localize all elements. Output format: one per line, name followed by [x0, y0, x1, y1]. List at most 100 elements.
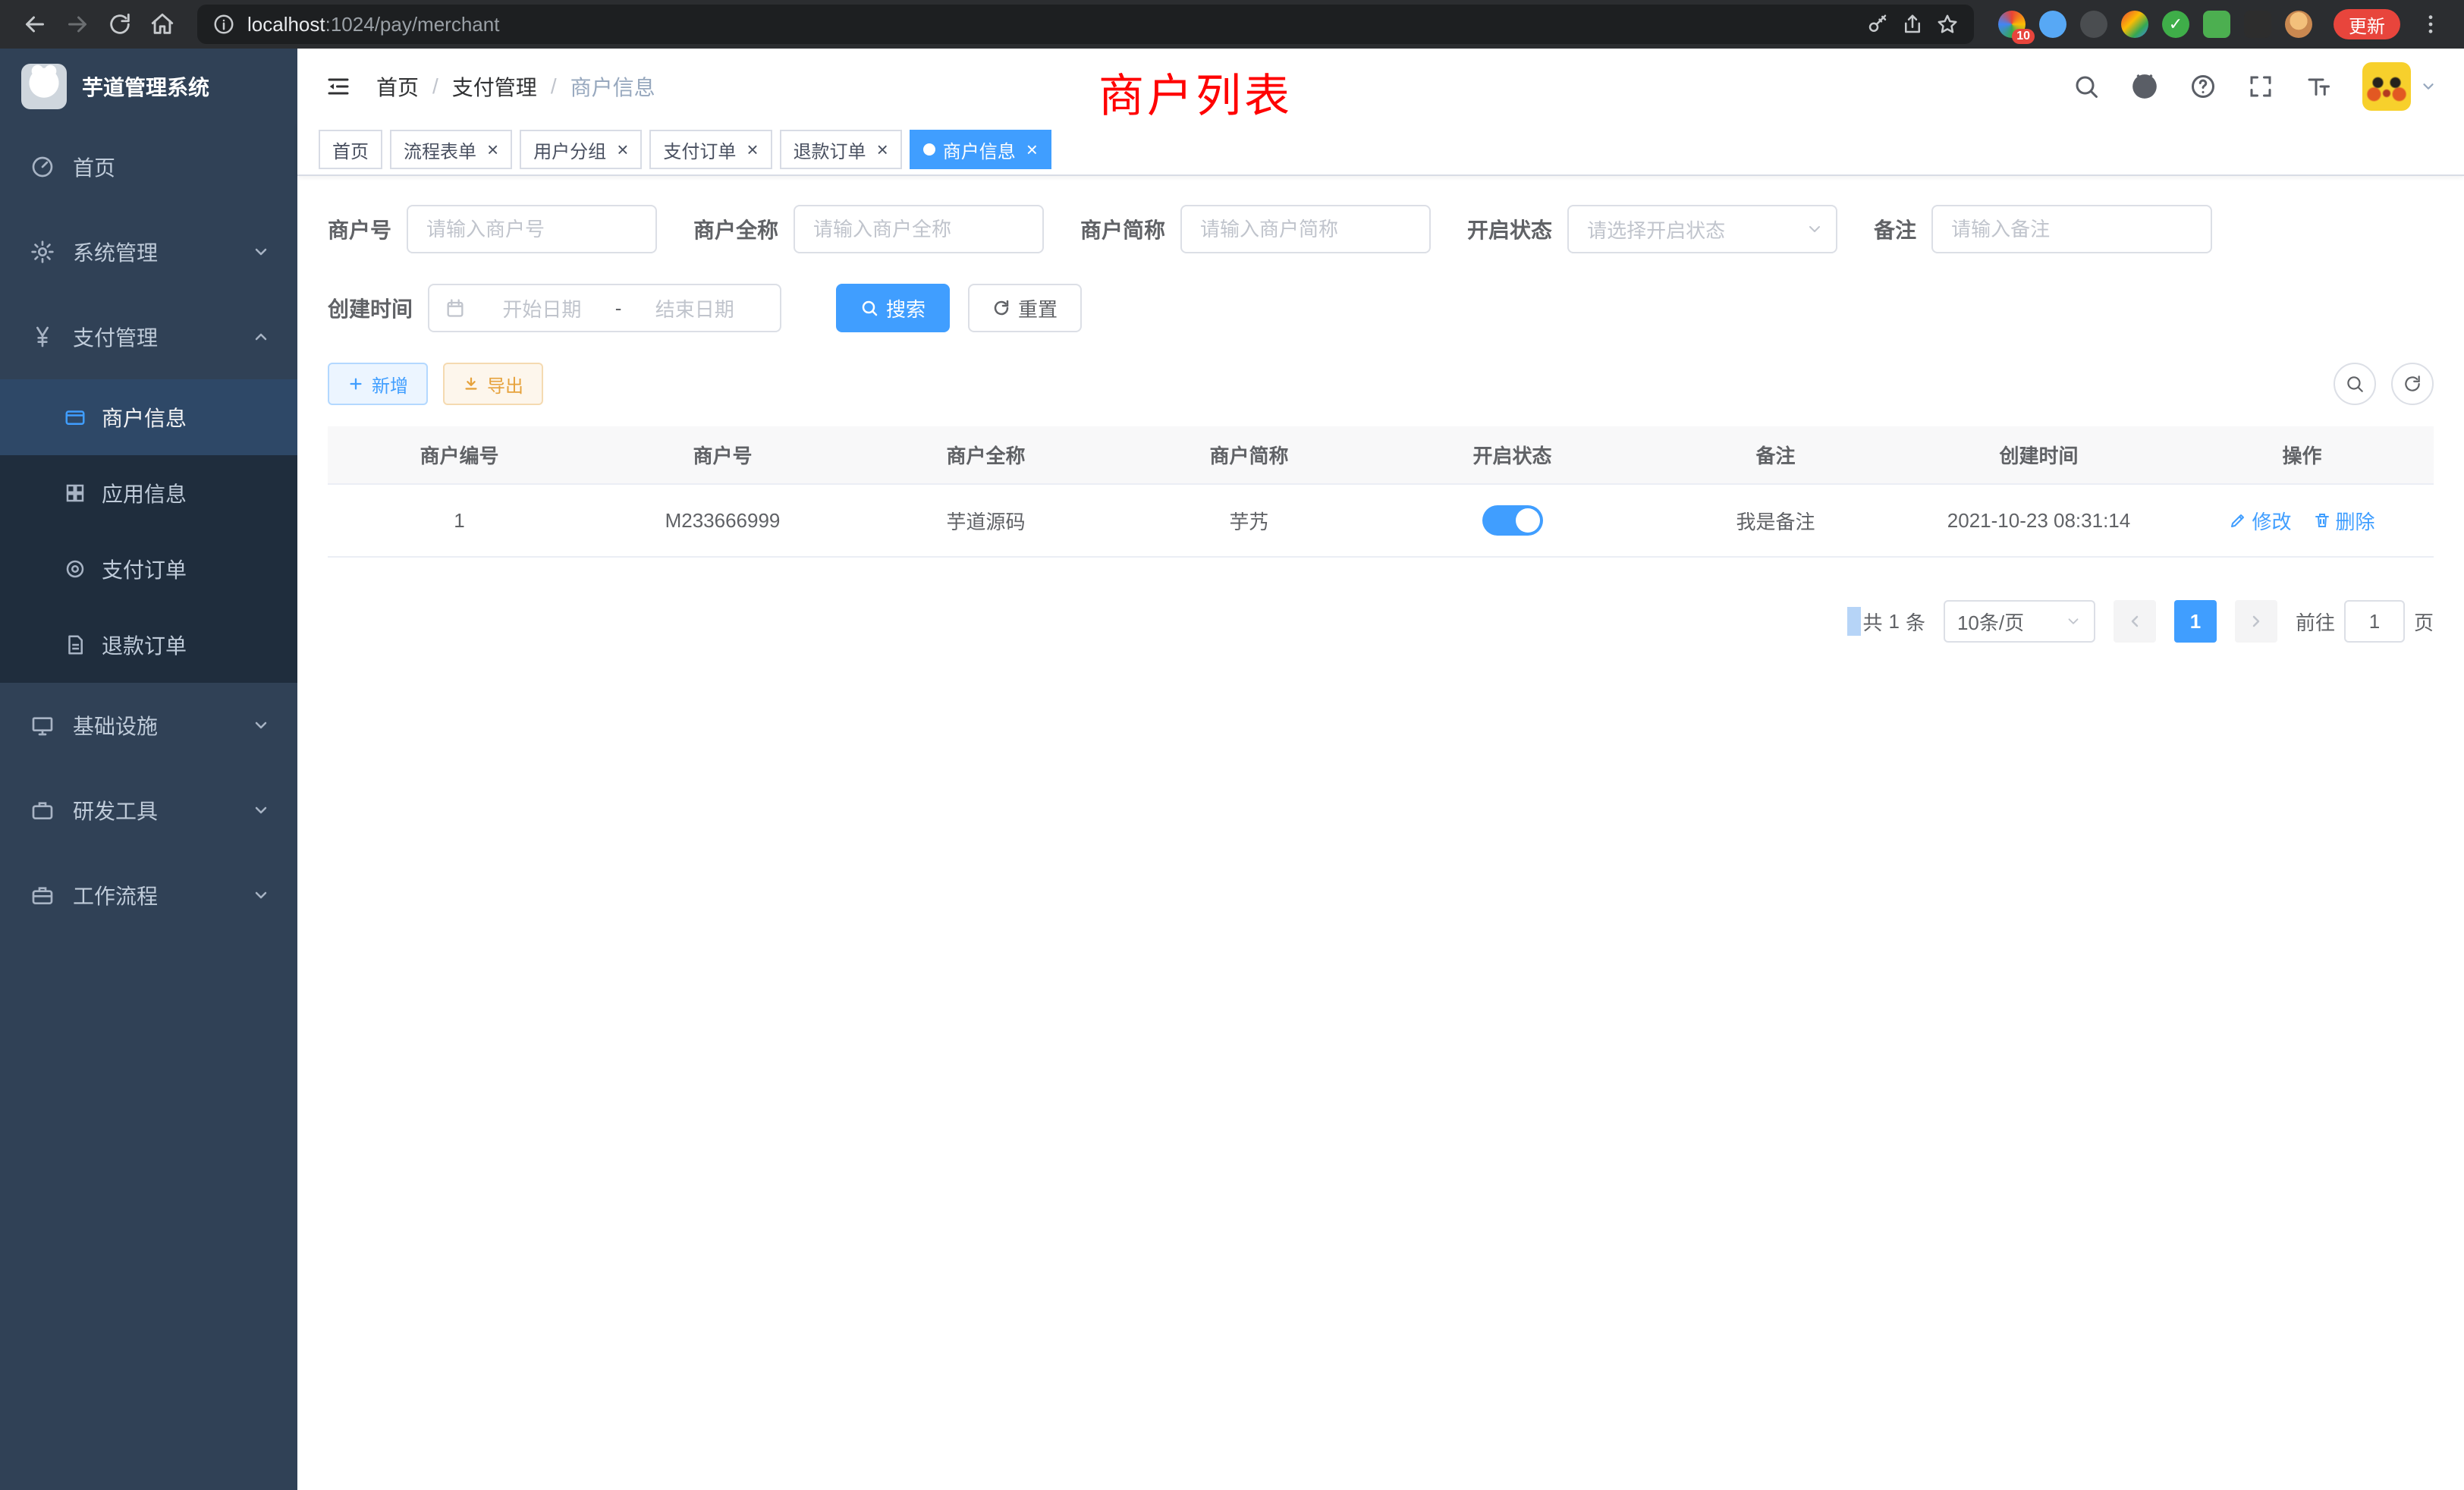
sidebar-item-payment[interactable]: 支付管理	[0, 294, 297, 379]
status-select[interactable]: 请选择开启状态	[1567, 205, 1837, 253]
devtool-briefcase-icon	[30, 798, 55, 822]
goto-page-input[interactable]	[2344, 600, 2405, 643]
breadcrumb-home[interactable]: 首页	[376, 71, 419, 102]
extension-icon-avatar[interactable]	[2285, 11, 2312, 38]
page-size-select[interactable]: 10条/页	[1944, 600, 2095, 643]
extension-icon-green-square[interactable]	[2203, 11, 2230, 38]
font-size-icon[interactable]	[2305, 73, 2332, 100]
sidebar-item-workflow[interactable]: 工作流程	[0, 853, 297, 938]
browser-update-button[interactable]: 更新	[2334, 9, 2400, 39]
tab-pay-order[interactable]: 支付订单	[649, 130, 772, 169]
tab-merchant-info[interactable]: 商户信息	[910, 130, 1051, 169]
search-icon[interactable]	[2073, 73, 2100, 100]
extension-icon-green-check[interactable]	[2162, 11, 2189, 38]
date-end-placeholder[interactable]: 结束日期	[624, 294, 765, 322]
refund-doc-icon	[64, 633, 86, 656]
col-create-time: 创建时间	[1907, 426, 2170, 484]
tab-refund-order[interactable]: 退款订单	[780, 130, 902, 169]
key-icon[interactable]	[1866, 13, 1889, 36]
url-path: :1024/pay/merchant	[325, 13, 500, 36]
refresh-icon	[992, 299, 1010, 317]
fullscreen-icon[interactable]	[2247, 73, 2274, 100]
breadcrumb-payment[interactable]: 支付管理	[452, 71, 537, 102]
status-switch-on[interactable]	[1482, 505, 1543, 536]
cell-create-time: 2021-10-23 08:31:14	[1907, 484, 2170, 557]
next-page-button[interactable]	[2235, 600, 2277, 643]
plus-icon	[347, 376, 364, 392]
date-range-picker[interactable]: 开始日期 - 结束日期	[428, 284, 781, 332]
sidebar-item-devtools[interactable]: 研发工具	[0, 768, 297, 853]
sidebar-item-label: 退款订单	[102, 630, 187, 660]
delete-link[interactable]: 删除	[2313, 507, 2375, 535]
prev-page-button[interactable]	[2114, 600, 2156, 643]
info-icon[interactable]	[212, 13, 235, 36]
merchant-table: 商户编号 商户号 商户全称 商户简称 开启状态 备注 创建时间 操作 1 M23…	[328, 426, 2434, 558]
github-icon[interactable]	[2130, 72, 2159, 101]
sidebar-item-app-info[interactable]: 应用信息	[0, 455, 297, 531]
switch-knob	[1516, 508, 1540, 533]
refresh-icon	[2403, 374, 2422, 394]
export-button-label: 导出	[487, 371, 523, 398]
toggle-search-button[interactable]	[2334, 363, 2376, 405]
share-icon[interactable]	[1901, 13, 1924, 36]
merchant-name-input[interactable]	[794, 205, 1044, 253]
infra-monitor-icon	[30, 713, 55, 737]
filter-label: 商户全称	[693, 214, 778, 244]
browser-back-button[interactable]	[15, 5, 55, 44]
extension-icon-dark-circle[interactable]	[2080, 11, 2107, 38]
browser-forward-button[interactable]	[58, 5, 97, 44]
extension-icon-blue-drop[interactable]	[2039, 11, 2066, 38]
help-icon[interactable]	[2189, 73, 2217, 100]
sidebar-item-label: 系统管理	[73, 237, 234, 267]
search-button[interactable]: 搜索	[836, 284, 950, 332]
filter-merchant-no: 商户号	[328, 205, 657, 253]
edit-link[interactable]: 修改	[2229, 507, 2291, 535]
close-icon[interactable]	[617, 140, 628, 159]
extension-badge: 10	[2012, 29, 2035, 44]
browser-menu-button[interactable]	[2412, 12, 2449, 36]
calendar-icon	[445, 297, 466, 319]
address-bar[interactable]: localhost:1024/pay/merchant	[197, 5, 1974, 44]
merchant-short-input[interactable]	[1180, 205, 1431, 253]
page-number-button[interactable]: 1	[2174, 600, 2217, 643]
merchant-no-input[interactable]	[407, 205, 657, 253]
sidebar-item-infrastructure[interactable]: 基础设施	[0, 683, 297, 768]
tab-label: 支付订单	[663, 137, 736, 163]
total-count: 1	[1888, 610, 1899, 633]
page-annotation-title: 商户列表	[1098, 59, 1293, 125]
extension-icon-colorwheel[interactable]: 10	[1998, 11, 2026, 38]
reset-button[interactable]: 重置	[968, 284, 1082, 332]
cell-merchant-no: M233666999	[591, 484, 854, 557]
user-avatar[interactable]	[2362, 62, 2411, 111]
add-button[interactable]: 新增	[328, 363, 428, 405]
export-button[interactable]: 导出	[443, 363, 543, 405]
close-icon[interactable]	[877, 140, 888, 159]
sidebar-item-merchant-info[interactable]: 商户信息	[0, 379, 297, 455]
logo-avatar	[21, 64, 67, 109]
payment-submenu: 商户信息 应用信息 支付订单 退款订单	[0, 379, 297, 683]
tab-user-group[interactable]: 用户分组	[520, 130, 642, 169]
sidebar-item-system[interactable]: 系统管理	[0, 209, 297, 294]
sidebar-item-refund-order[interactable]: 退款订单	[0, 607, 297, 683]
tab-process-form[interactable]: 流程表单	[390, 130, 512, 169]
extension-icon-black-square[interactable]	[2244, 11, 2271, 38]
sidebar-item-pay-order[interactable]: 支付订单	[0, 531, 297, 607]
user-menu[interactable]	[2362, 62, 2437, 111]
sidebar-item-home[interactable]: 首页	[0, 124, 297, 209]
close-icon[interactable]	[746, 140, 758, 159]
filter-label: 开启状态	[1467, 214, 1552, 244]
browser-reload-button[interactable]	[100, 5, 140, 44]
remark-input[interactable]	[1931, 205, 2212, 253]
hamburger-fold-icon[interactable]	[325, 73, 352, 100]
page-content: 商户号 商户全称 商户简称 开启状态 请选择开启状态	[297, 176, 2464, 1490]
date-start-placeholder[interactable]: 开始日期	[472, 294, 612, 322]
close-icon[interactable]	[487, 140, 498, 159]
refresh-table-button[interactable]	[2391, 363, 2434, 405]
main-area: 首页 / 支付管理 / 商户信息 商户列表	[297, 49, 2464, 1490]
star-icon[interactable]	[1936, 13, 1959, 36]
tab-home[interactable]: 首页	[319, 130, 382, 169]
close-icon[interactable]	[1026, 140, 1038, 159]
browser-home-button[interactable]	[143, 5, 182, 44]
extension-icon-multicolor[interactable]	[2121, 11, 2148, 38]
sidebar-logo[interactable]: 芋道管理系统	[0, 49, 297, 124]
